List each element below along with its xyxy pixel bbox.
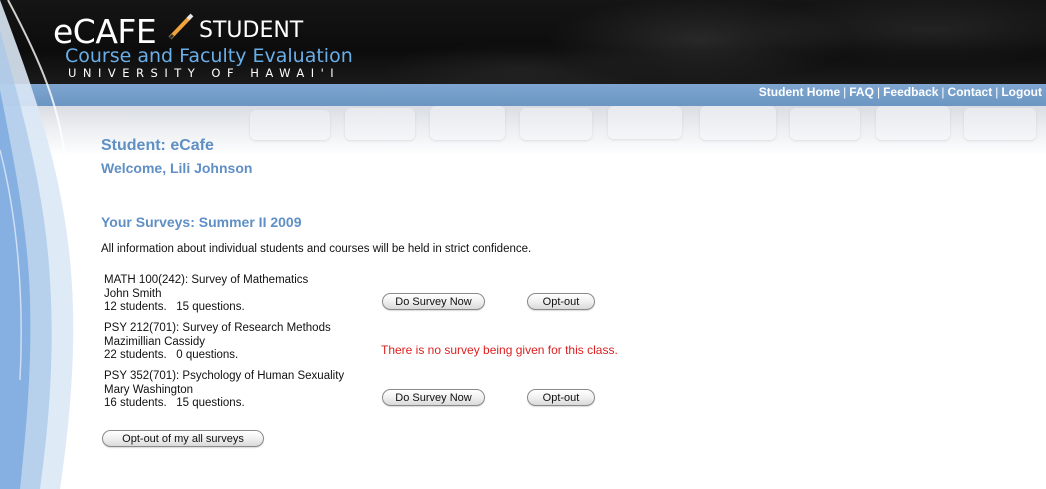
course-stats: 22 students. 0 questions. [104, 349, 239, 361]
brand-sub: STUDENT [199, 18, 304, 43]
course-item: PSY 352(701): Psychology of Human Sexual… [104, 370, 344, 411]
pencil-icon [166, 12, 196, 47]
page-title: Student: eCafe [101, 137, 214, 154]
do-survey-button[interactable]: Do Survey Now [382, 293, 485, 310]
header-banner: eCAFE STUDENT Course and Faculty Evaluat… [0, 0, 1046, 84]
confidentiality-notice: All information about individual student… [101, 243, 532, 255]
optout-button[interactable]: Opt-out [527, 293, 595, 310]
course-name: PSY 212(701): Survey of Research Methods [104, 322, 331, 334]
course-item: MATH 100(242): Survey of Mathematics Joh… [104, 274, 308, 315]
course-instructor: John Smith [104, 287, 162, 300]
nav-contact[interactable]: Contact [948, 85, 993, 99]
course-item: PSY 212(701): Survey of Research Methods… [104, 322, 331, 363]
course-instructor: Mazimillian Cassidy [104, 335, 205, 348]
optout-all-button[interactable]: Opt-out of my all surveys [102, 430, 264, 447]
nav-separator: | [941, 85, 945, 99]
welcome-message: Welcome, Lili Johnson [101, 160, 253, 176]
nav-student-home[interactable]: Student Home [759, 85, 840, 99]
surveys-heading: Your Surveys: Summer II 2009 [101, 214, 302, 230]
nav-bar: Student Home | FAQ | Feedback | Contact | Logout [0, 84, 1046, 106]
nav-separator: | [843, 85, 847, 99]
course-stats: 12 students. 15 questions. [104, 301, 245, 313]
course-name: PSY 352(701): Psychology of Human Sexual… [104, 370, 345, 382]
course-instructor: Mary Washington [104, 383, 194, 396]
course-name: MATH 100(242): Survey of Mathematics [104, 274, 309, 286]
course-stats: 16 students. 15 questions. [104, 397, 245, 409]
no-survey-message: There is no survey being given for this … [381, 343, 618, 357]
do-survey-button[interactable]: Do Survey Now [382, 389, 485, 406]
nav-separator: | [995, 85, 999, 99]
nav-feedback[interactable]: Feedback [883, 85, 938, 99]
optout-button[interactable]: Opt-out [527, 389, 595, 406]
nav-faq[interactable]: FAQ [849, 85, 874, 99]
nav-separator: | [876, 85, 881, 99]
nav-logout[interactable]: Logout [1001, 85, 1042, 99]
nav-links: Student Home | FAQ | Feedback | Contact | Logout [759, 85, 1042, 99]
